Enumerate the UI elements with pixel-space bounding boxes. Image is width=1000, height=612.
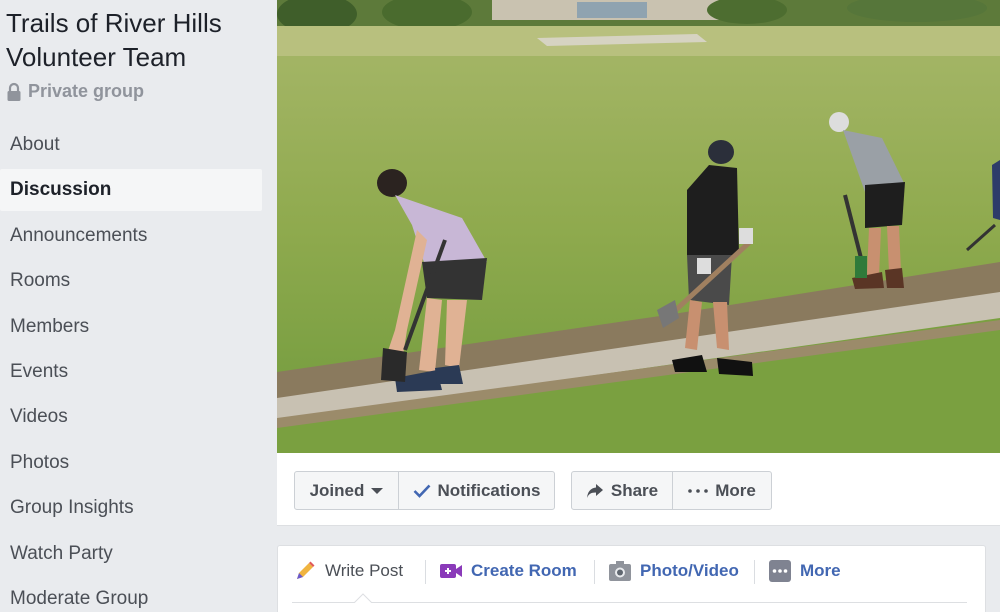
share-label: Share [610, 480, 659, 500]
share-button[interactable]: Share [571, 471, 673, 510]
tab-photo-video[interactable]: Photo/Video [609, 558, 739, 584]
camera-icon [609, 561, 631, 581]
group-action-bar: Joined Notifications Share More [277, 453, 1000, 526]
sidebar-item-about[interactable]: About [0, 124, 262, 166]
tab-divider [425, 560, 426, 584]
checkmark-icon [413, 484, 431, 498]
tab-write-post[interactable]: Write Post [294, 558, 403, 584]
sidebar-item-events[interactable]: Events [0, 351, 262, 393]
joined-button[interactable]: Joined [294, 471, 399, 510]
tab-divider [594, 560, 595, 584]
composer-divider [292, 602, 967, 603]
lock-icon [6, 82, 22, 102]
sidebar-nav: About Discussion Announcements Rooms Mem… [0, 124, 262, 612]
sidebar-item-rooms[interactable]: Rooms [0, 260, 262, 302]
sidebar-item-videos[interactable]: Videos [0, 396, 262, 438]
photo-video-label: Photo/Video [640, 561, 739, 580]
active-tab-pointer [354, 593, 372, 603]
group-page: Trails of River Hills Volunteer Team Pri… [0, 0, 1000, 612]
sidebar-item-announcements[interactable]: Announcements [0, 215, 262, 257]
left-sidebar: Trails of River Hills Volunteer Team Pri… [0, 0, 276, 612]
group-privacy: Private group [6, 81, 144, 102]
more-actions-button[interactable]: More [672, 471, 772, 510]
sidebar-item-watch-party[interactable]: Watch Party [0, 533, 262, 575]
write-post-label: Write Post [325, 561, 404, 580]
create-room-label: Create Room [471, 561, 577, 580]
privacy-label: Private group [28, 81, 145, 101]
group-title[interactable]: Trails of River Hills Volunteer Team [6, 6, 274, 74]
more-label: More [800, 561, 841, 580]
share-arrow-icon [586, 483, 604, 499]
tab-more[interactable]: More [769, 558, 841, 584]
more-square-icon [769, 560, 791, 582]
tab-divider [754, 560, 755, 584]
joined-label: Joined [309, 480, 365, 500]
sidebar-item-photos[interactable]: Photos [0, 442, 262, 484]
caret-down-icon [371, 487, 384, 494]
tab-create-room[interactable]: Create Room [440, 558, 577, 584]
sidebar-item-group-insights[interactable]: Group Insights [0, 487, 262, 529]
cover-photo[interactable] [277, 0, 1000, 453]
more-dots-icon [688, 488, 708, 493]
video-room-icon [440, 563, 462, 579]
notifications-button[interactable]: Notifications [398, 471, 555, 510]
sidebar-item-discussion[interactable]: Discussion [0, 169, 262, 212]
cover-photo-image [277, 0, 1000, 453]
more-actions-label: More [715, 480, 756, 500]
notifications-label: Notifications [437, 480, 541, 500]
pencil-icon [294, 560, 316, 582]
sidebar-item-moderate-group[interactable]: Moderate Group [0, 578, 262, 612]
sidebar-item-members[interactable]: Members [0, 306, 262, 348]
post-composer: Write Post Create Room Photo/Video More [277, 545, 986, 612]
